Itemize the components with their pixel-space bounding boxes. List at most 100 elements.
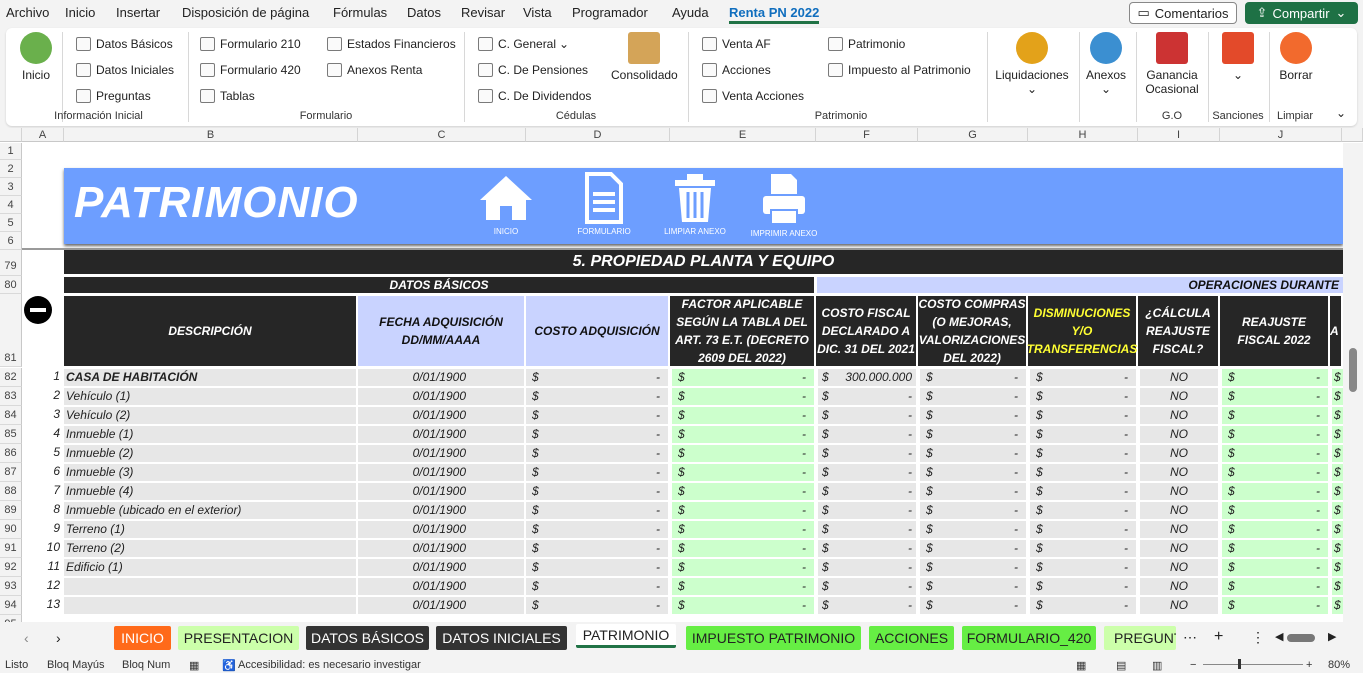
tab-preguntas[interactable]: PREGUNT bbox=[1104, 626, 1176, 650]
ganancia-ocasional-button[interactable]: Ganancia Ocasional bbox=[1144, 32, 1200, 96]
acciones-button[interactable]: Acciones bbox=[702, 63, 771, 77]
cell-b[interactable]: Vehículo (2) bbox=[64, 407, 356, 424]
banner-inicio-button[interactable]: INICIO bbox=[478, 172, 534, 236]
row-header[interactable]: 80 bbox=[0, 276, 22, 294]
row-number[interactable]: 12 bbox=[22, 577, 62, 594]
share-button[interactable]: ⇪ Compartir ⌄ bbox=[1245, 2, 1358, 24]
tab-patrimonio[interactable]: PATRIMONIO bbox=[576, 624, 676, 648]
cell-b[interactable]: Edificio (1) bbox=[64, 559, 356, 576]
row-number[interactable]: 2 bbox=[22, 387, 62, 404]
cell-k[interactable]: $ bbox=[1332, 369, 1343, 386]
row-header[interactable]: 79 bbox=[0, 250, 22, 276]
zoom-slider[interactable] bbox=[1203, 664, 1303, 665]
datos-iniciales-button[interactable]: Datos Iniciales bbox=[76, 63, 174, 77]
cell-k[interactable]: $ bbox=[1332, 426, 1343, 443]
banner-imprimir-button[interactable]: IMPRIMIR ANEXO bbox=[744, 172, 824, 238]
worksheet[interactable]: A B C D E F G H I J 1 2 3 4 5 6 79 80 81… bbox=[0, 128, 1363, 622]
cell-e[interactable]: $ - bbox=[672, 445, 814, 462]
row-header[interactable]: 85 bbox=[0, 425, 22, 444]
cell-e[interactable]: $ - bbox=[672, 597, 814, 614]
cell-k[interactable]: $ bbox=[1332, 407, 1343, 424]
tab-impuesto-patrimonio[interactable]: IMPUESTO PATRIMONIO bbox=[686, 626, 861, 650]
menu-archivo[interactable]: Archivo bbox=[6, 5, 49, 20]
row-number[interactable]: 4 bbox=[22, 425, 62, 442]
cell-j[interactable]: $ - bbox=[1222, 502, 1328, 519]
cell-e[interactable]: $ - bbox=[672, 540, 814, 557]
cell-d[interactable]: $ - bbox=[526, 388, 668, 405]
cell-j[interactable]: $ - bbox=[1222, 369, 1328, 386]
cell-i[interactable]: NO bbox=[1140, 521, 1218, 538]
cell-c[interactable]: 0/01/1900 bbox=[358, 559, 524, 576]
cell-b[interactable]: Vehículo (1) bbox=[64, 388, 356, 405]
row-header[interactable]: 1 bbox=[0, 143, 22, 160]
cell-h[interactable]: $ - bbox=[1030, 369, 1136, 386]
cell-f[interactable]: $ - bbox=[818, 559, 916, 576]
cell-j[interactable]: $ - bbox=[1222, 464, 1328, 481]
cell-g[interactable]: $ - bbox=[920, 483, 1026, 500]
c-pensiones-button[interactable]: C. De Pensiones bbox=[478, 63, 588, 77]
formulario-420-button[interactable]: Formulario 420 bbox=[200, 63, 301, 77]
cell-e[interactable]: $ - bbox=[672, 559, 814, 576]
cell-k[interactable]: $ bbox=[1332, 540, 1343, 557]
row-header[interactable]: 93 bbox=[0, 577, 22, 596]
collapse-ribbon-icon[interactable]: ⌄ bbox=[1336, 106, 1346, 120]
cell-e[interactable]: $ - bbox=[672, 369, 814, 386]
cell-k[interactable]: $ bbox=[1332, 464, 1343, 481]
col-header[interactable]: C bbox=[358, 128, 526, 142]
cell-i[interactable]: NO bbox=[1140, 559, 1218, 576]
cell-e[interactable]: $ - bbox=[672, 483, 814, 500]
collapse-group-icon[interactable] bbox=[24, 296, 52, 324]
cell-d[interactable]: $ - bbox=[526, 502, 668, 519]
normal-view-icon[interactable]: ▦ bbox=[1076, 659, 1086, 672]
cell-i[interactable]: NO bbox=[1140, 369, 1218, 386]
cell-j[interactable]: $ - bbox=[1222, 559, 1328, 576]
cell-c[interactable]: 0/01/1900 bbox=[358, 445, 524, 462]
consolidado-button[interactable]: Consolidado bbox=[611, 32, 678, 82]
cell-e[interactable]: $ - bbox=[672, 521, 814, 538]
patrimonio-button[interactable]: Patrimonio bbox=[828, 37, 905, 51]
cell-j[interactable]: $ - bbox=[1222, 483, 1328, 500]
col-header[interactable]: D bbox=[526, 128, 670, 142]
venta-af-button[interactable]: Venta AF bbox=[702, 37, 771, 51]
status-accessibility[interactable]: Accesibilidad: es necesario investigar bbox=[238, 659, 421, 671]
cell-k[interactable]: $ bbox=[1332, 578, 1343, 595]
cell-d[interactable]: $ - bbox=[526, 464, 668, 481]
cell-i[interactable]: NO bbox=[1140, 464, 1218, 481]
col-header[interactable]: B bbox=[64, 128, 358, 142]
cell-c[interactable]: 0/01/1900 bbox=[358, 369, 524, 386]
cell-c[interactable]: 0/01/1900 bbox=[358, 483, 524, 500]
anexos-button[interactable]: Anexos ⌄ bbox=[1084, 32, 1128, 96]
row-number[interactable]: 9 bbox=[22, 520, 62, 537]
cell-b[interactable]: Terreno (2) bbox=[64, 540, 356, 557]
cell-g[interactable]: $ - bbox=[920, 388, 1026, 405]
page-break-icon[interactable]: ▥ bbox=[1152, 659, 1162, 672]
tab-formulario-420[interactable]: FORMULARIO_420 bbox=[962, 626, 1096, 650]
row-header[interactable]: 88 bbox=[0, 482, 22, 501]
menu-inicio[interactable]: Inicio bbox=[65, 5, 95, 20]
col-header[interactable]: H bbox=[1028, 128, 1138, 142]
add-sheet-icon[interactable]: + bbox=[1214, 628, 1223, 646]
cell-c[interactable]: 0/01/1900 bbox=[358, 578, 524, 595]
cell-j[interactable]: $ - bbox=[1222, 521, 1328, 538]
cell-f[interactable]: $ - bbox=[818, 407, 916, 424]
cell-h[interactable]: $ - bbox=[1030, 464, 1136, 481]
cell-b[interactable]: Inmueble (2) bbox=[64, 445, 356, 462]
cell-d[interactable]: $ - bbox=[526, 540, 668, 557]
cell-e[interactable]: $ - bbox=[672, 464, 814, 481]
c-general-button[interactable]: C. General ⌄ bbox=[478, 37, 569, 51]
cell-e[interactable]: $ - bbox=[672, 426, 814, 443]
c-dividendos-button[interactable]: C. De Dividendos bbox=[478, 89, 591, 103]
cell-k[interactable]: $ bbox=[1332, 521, 1343, 538]
cell-h[interactable]: $ - bbox=[1030, 578, 1136, 595]
cell-g[interactable]: $ - bbox=[920, 426, 1026, 443]
cell-h[interactable]: $ - bbox=[1030, 388, 1136, 405]
col-header[interactable]: A bbox=[22, 128, 64, 142]
cell-i[interactable]: NO bbox=[1140, 540, 1218, 557]
zoom-level[interactable]: 80% bbox=[1328, 659, 1350, 671]
liquidaciones-button[interactable]: Liquidaciones ⌄ bbox=[994, 32, 1070, 96]
row-header[interactable]: 84 bbox=[0, 406, 22, 425]
cell-b[interactable] bbox=[64, 578, 356, 595]
cell-e[interactable]: $ - bbox=[672, 407, 814, 424]
cell-c[interactable]: 0/01/1900 bbox=[358, 388, 524, 405]
cell-d[interactable]: $ - bbox=[526, 578, 668, 595]
